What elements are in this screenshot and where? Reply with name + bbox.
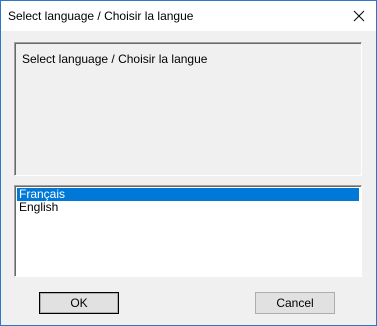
window-title: Select language / Choisir la langue [8, 9, 194, 23]
language-listbox[interactable]: Français English [14, 185, 362, 277]
title-bar: Select language / Choisir la langue [1, 1, 376, 31]
cancel-button[interactable]: Cancel [255, 292, 335, 314]
close-button[interactable] [342, 1, 376, 31]
language-dialog: Select language / Choisir la langue Sele… [0, 0, 377, 326]
list-item-francais[interactable]: Français [17, 188, 359, 201]
close-icon [353, 10, 365, 22]
message-panel: Select language / Choisir la langue [14, 42, 362, 176]
message-text: Select language / Choisir la langue [22, 52, 208, 66]
ok-button[interactable]: OK [39, 292, 119, 314]
list-item-english[interactable]: English [17, 201, 359, 214]
